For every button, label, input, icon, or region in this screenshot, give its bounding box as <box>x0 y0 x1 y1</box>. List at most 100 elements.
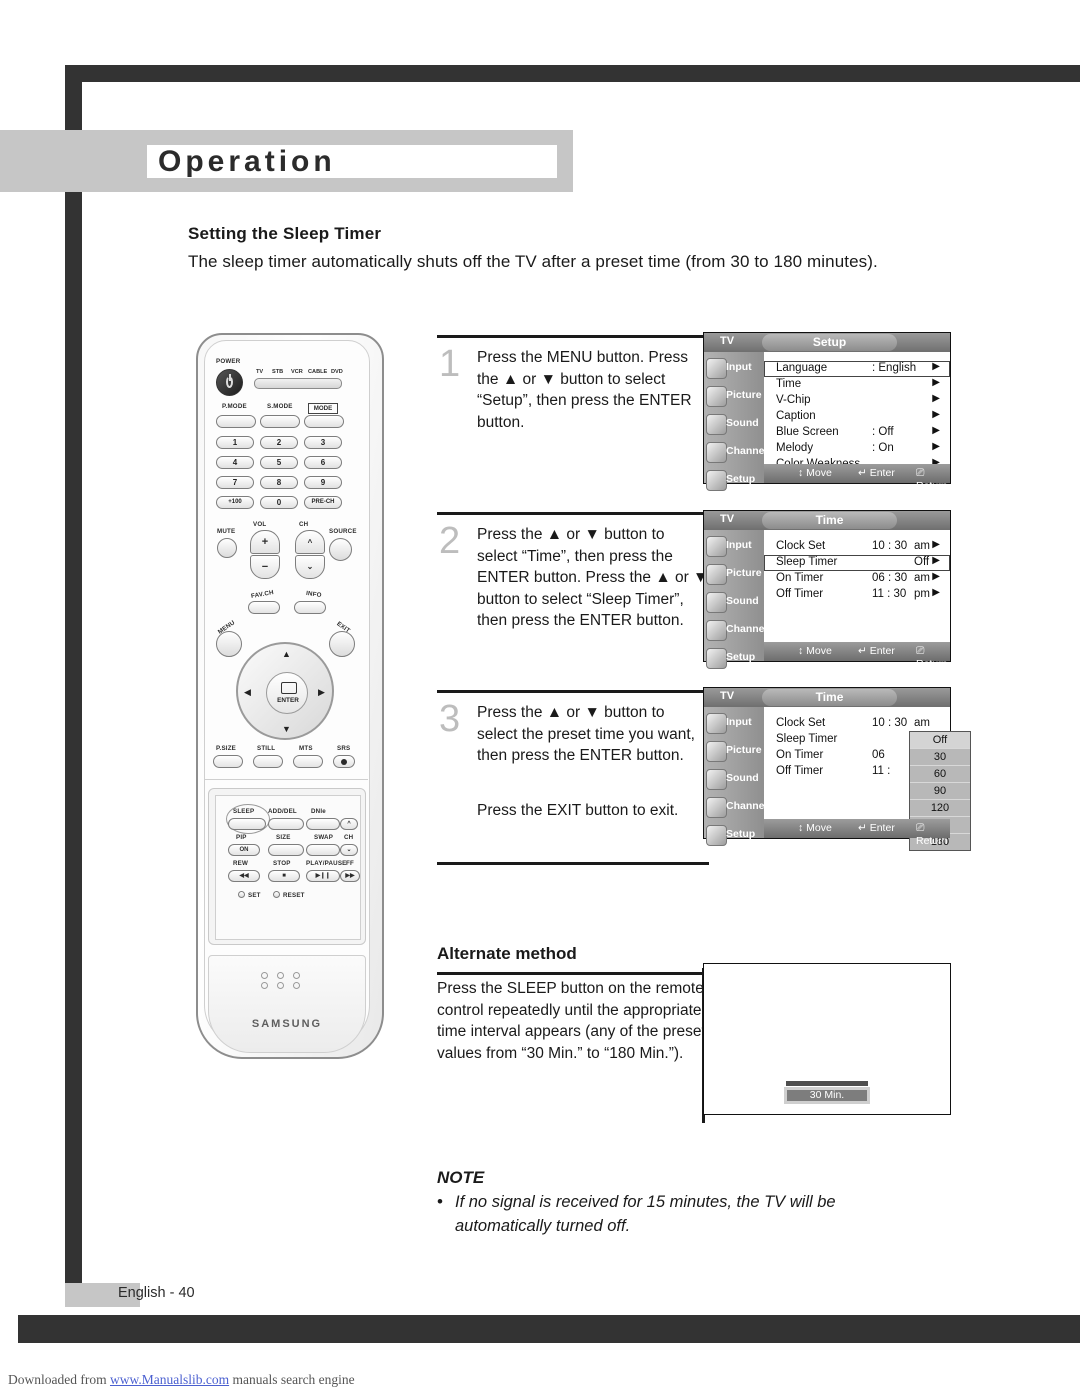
osd-menu-row[interactable]: On Timer 06 : 30 am ▶ <box>764 571 950 587</box>
osd-sidebar-item-channel[interactable]: Channel <box>704 618 767 642</box>
info-button[interactable] <box>294 601 326 614</box>
channel-down-button[interactable]: ⌄ <box>295 555 325 579</box>
smode-button[interactable] <box>260 415 300 428</box>
mts-button[interactable] <box>293 755 323 768</box>
dropdown-option-120[interactable]: 120 <box>910 800 970 817</box>
dropdown-option-off[interactable]: Off <box>910 732 970 749</box>
num-7-button[interactable]: 7 <box>216 476 254 489</box>
ch-down-button-lower[interactable]: ⌄ <box>340 844 358 856</box>
num-0-button[interactable]: 0 <box>260 496 298 509</box>
favch-button[interactable] <box>248 601 280 614</box>
num-6-button[interactable]: 6 <box>304 456 342 469</box>
osd-sidebar-item-channel[interactable]: Channel <box>704 795 767 819</box>
osd-menu-row-sleep-timer[interactable]: Sleep Timer Off ▶ <box>764 555 950 571</box>
num-3-button[interactable]: 3 <box>304 436 342 449</box>
step-number: 2 <box>439 520 461 562</box>
osd-sidebar-item-picture[interactable]: Picture <box>704 739 764 763</box>
exit-button[interactable] <box>329 631 355 657</box>
osd-sidebar-item-input[interactable]: Input <box>704 356 764 380</box>
mode-button[interactable] <box>304 415 344 428</box>
ff-button[interactable]: ▶▶ <box>340 870 360 882</box>
osd-sidebar-item-setup[interactable]: Setup <box>704 823 764 847</box>
dropdown-option-30[interactable]: 30 <box>910 749 970 766</box>
psize-button[interactable] <box>213 755 243 768</box>
navigation-ring[interactable]: ▲ ▼ ◀ ▶ ENTER <box>236 642 334 740</box>
remote-lower-panel-inner: SLEEP ADD/DEL DNIe ^ PIP SIZE SWAP CH ON… <box>215 795 361 940</box>
pmode-button[interactable] <box>216 415 256 428</box>
remote-seam-line <box>204 779 368 780</box>
dropdown-option-90[interactable]: 90 <box>910 783 970 800</box>
osd-sidebar-item-setup[interactable]: Setup <box>704 646 764 670</box>
osd-sidebar-item-picture[interactable]: Picture <box>704 384 764 408</box>
osd-title-pill: Time <box>762 512 897 529</box>
osd-row-value: 10 : 30 <box>872 717 908 729</box>
num-8-button[interactable]: 8 <box>260 476 298 489</box>
osd-sidebar-label: Input <box>726 361 752 373</box>
srs-button[interactable] <box>333 755 355 768</box>
ch-up-button-lower[interactable]: ^ <box>340 818 358 830</box>
channel-up-button[interactable]: ^ <box>295 530 325 554</box>
cover-dot-icon <box>293 982 300 989</box>
prech-button[interactable]: PRE-CH <box>304 496 342 509</box>
osd-menu-row[interactable]: Caption ▶ <box>764 409 950 425</box>
dnie-button[interactable] <box>306 818 340 830</box>
osd-menu-row[interactable]: Language : English ▶ <box>764 361 950 377</box>
volume-up-button[interactable]: + <box>250 530 280 554</box>
stop-button[interactable]: ■ <box>268 870 300 882</box>
volume-down-button[interactable]: − <box>250 555 280 579</box>
pip-on-label: ON <box>239 847 249 853</box>
osd-sidebar-item-sound[interactable]: Sound <box>704 590 764 614</box>
osd-menu-row[interactable]: Off Timer 11 : 30 pm ▶ <box>764 587 950 603</box>
nav-left-icon[interactable]: ◀ <box>244 687 251 698</box>
osd-menu-row[interactable]: Time ▶ <box>764 377 950 393</box>
reset-button[interactable] <box>273 891 280 898</box>
osd-menu-row[interactable]: V-Chip ▶ <box>764 393 950 409</box>
swap-button[interactable] <box>306 844 340 856</box>
pip-on-button[interactable]: ON <box>228 844 260 856</box>
manualslib-link[interactable]: www.Manualslib.com <box>110 1372 229 1387</box>
osd-row-key: V-Chip <box>776 394 811 406</box>
size-button[interactable] <box>268 844 304 856</box>
num-5-button[interactable]: 5 <box>260 456 298 469</box>
nav-up-icon[interactable]: ▲ <box>282 649 291 659</box>
num-1-button[interactable]: 1 <box>216 436 254 449</box>
dropdown-option-60[interactable]: 60 <box>910 766 970 783</box>
osd-hint-return: ⎚ Return <box>916 645 948 670</box>
sleep-button[interactable] <box>228 818 266 830</box>
osd-sidebar-item-sound[interactable]: Sound <box>704 412 764 436</box>
adddel-button[interactable] <box>268 818 304 830</box>
play-pause-button[interactable]: ▶❙❙ <box>306 870 340 882</box>
osd-sidebar-item-setup[interactable]: Setup <box>704 468 764 492</box>
osd-row-key: Clock Set <box>776 540 826 552</box>
osd-row-value: 11 : 30 <box>872 588 907 600</box>
set-button[interactable] <box>238 891 245 898</box>
osd-sidebar-item-sound[interactable]: Sound <box>704 767 764 791</box>
osd-sidebar-item-input[interactable]: Input <box>704 711 764 735</box>
rew-button[interactable]: ◀◀ <box>228 870 260 882</box>
osd-sidebar-item-picture[interactable]: Picture <box>704 562 764 586</box>
osd-sidebar-item-input[interactable]: Input <box>704 534 764 558</box>
osd-menu-row[interactable]: Clock Set 10 : 30 am ▶ <box>764 539 950 555</box>
osd-titlebar: TV Setup <box>704 333 950 352</box>
osd-menu-row[interactable]: Melody : On ▶ <box>764 441 950 457</box>
num-9-button[interactable]: 9 <box>304 476 342 489</box>
step-divider <box>437 690 709 693</box>
still-button[interactable] <box>253 755 283 768</box>
osd-menu-row[interactable]: Clock Set 10 : 30 am <box>764 716 950 732</box>
sound-icon <box>706 769 727 790</box>
mute-button[interactable] <box>217 538 237 558</box>
num-2-button[interactable]: 2 <box>260 436 298 449</box>
device-mode-bar[interactable] <box>254 378 342 389</box>
osd-menu-row[interactable]: Blue Screen : Off ▶ <box>764 425 950 441</box>
enter-button[interactable]: ENTER <box>266 672 308 714</box>
nav-right-icon[interactable]: ▶ <box>318 687 325 698</box>
source-label-tv: TV <box>256 369 264 375</box>
nav-down-icon[interactable]: ▼ <box>282 724 291 734</box>
plus100-button[interactable]: +100 <box>216 496 254 509</box>
num-4-button[interactable]: 4 <box>216 456 254 469</box>
size-label: SIZE <box>276 834 291 841</box>
power-button[interactable] <box>216 369 243 396</box>
tv-osd-bar <box>786 1081 868 1086</box>
source-button[interactable] <box>329 538 352 561</box>
osd-sidebar-item-channel[interactable]: Channel <box>704 440 767 464</box>
